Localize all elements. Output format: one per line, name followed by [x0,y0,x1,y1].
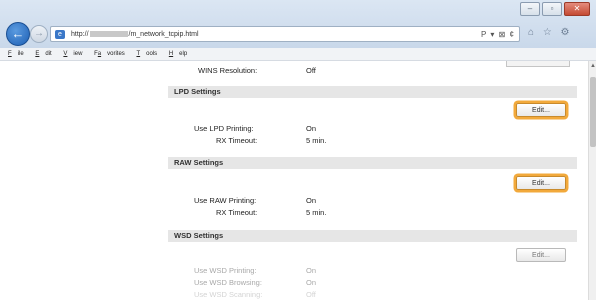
lpd-rx-timeout-label: RX Timeout: [216,136,258,145]
address-suffix: /m_network_tcpip.html [128,31,199,38]
menu-bar: File Edit View Fa vorites Tools Help [0,48,596,61]
address-bar[interactable]: e http:// /m_network_tcpip.html P ▾ ⊠ ¢ [50,26,520,42]
menu-favorites[interactable]: Fa vorites [90,51,125,57]
use-raw-printing-value: On [306,196,317,205]
use-lpd-printing-value: On [306,124,317,133]
back-arrow-icon: ← [11,26,25,41]
address-tools[interactable]: P ▾ ⊠ ¢ [481,27,515,43]
left-navigation-area [0,61,168,300]
menu-help[interactable]: Help [165,51,187,57]
maximize-button[interactable]: ▫ [542,2,562,16]
menu-tools[interactable]: Tools [132,51,157,57]
page-content: WINS Resolution: Off LPD Settings Edit..… [0,61,596,300]
lpd-settings-header: LPD Settings [168,86,577,98]
redacted-host [89,31,128,38]
use-raw-printing-label: Use RAW Printing: [194,196,257,205]
raw-rx-timeout-label: RX Timeout: [216,208,258,217]
previous-edit-button-partial[interactable] [506,61,570,67]
back-button[interactable]: ← [6,22,30,46]
browser-chrome: – ▫ ✕ ← → e http:// /m_network_tcpip.html… [0,0,596,49]
home-favorites-settings-icons[interactable]: ⌂ ☆ ⚙ [528,27,573,38]
wsd-settings-header: WSD Settings [168,230,577,242]
menu-file[interactable]: File [4,51,24,57]
use-wsd-browsing-value: On [306,278,317,287]
use-wsd-printing-value: On [306,266,317,275]
lpd-rx-timeout-value: 5 min. [306,136,327,145]
forward-button[interactable]: → [30,25,48,43]
use-wsd-scanning-value: Off [306,290,316,299]
raw-settings-header: RAW Settings [168,157,577,169]
settings-panel: WINS Resolution: Off LPD Settings Edit..… [168,61,577,300]
raw-edit-button[interactable]: Edit... [516,176,566,190]
use-lpd-printing-label: Use LPD Printing: [194,124,254,133]
minimize-button[interactable]: – [520,2,540,16]
vertical-scrollbar[interactable]: ▲ [588,61,596,300]
close-window-button[interactable]: ✕ [564,2,590,16]
scrollbar-thumb[interactable] [590,77,596,147]
wins-resolution-label: WINS Resolution: [198,66,258,75]
page-favicon-icon: e [55,30,65,39]
raw-rx-timeout-value: 5 min. [306,208,327,217]
address-prefix: http:// [71,31,89,38]
menu-view[interactable]: View [59,51,82,57]
window-controls: – ▫ ✕ [520,2,590,16]
scroll-up-arrow-icon[interactable]: ▲ [590,63,596,69]
use-wsd-printing-label: Use WSD Printing: [194,266,257,275]
lpd-edit-button[interactable]: Edit... [516,103,566,117]
wsd-edit-button[interactable]: Edit... [516,248,566,262]
use-wsd-scanning-label: Use WSD Scanning: [194,290,263,299]
menu-edit[interactable]: Edit [31,51,51,57]
wins-resolution-value: Off [306,66,316,75]
forward-arrow-icon: → [34,28,44,39]
use-wsd-browsing-label: Use WSD Browsing: [194,278,262,287]
